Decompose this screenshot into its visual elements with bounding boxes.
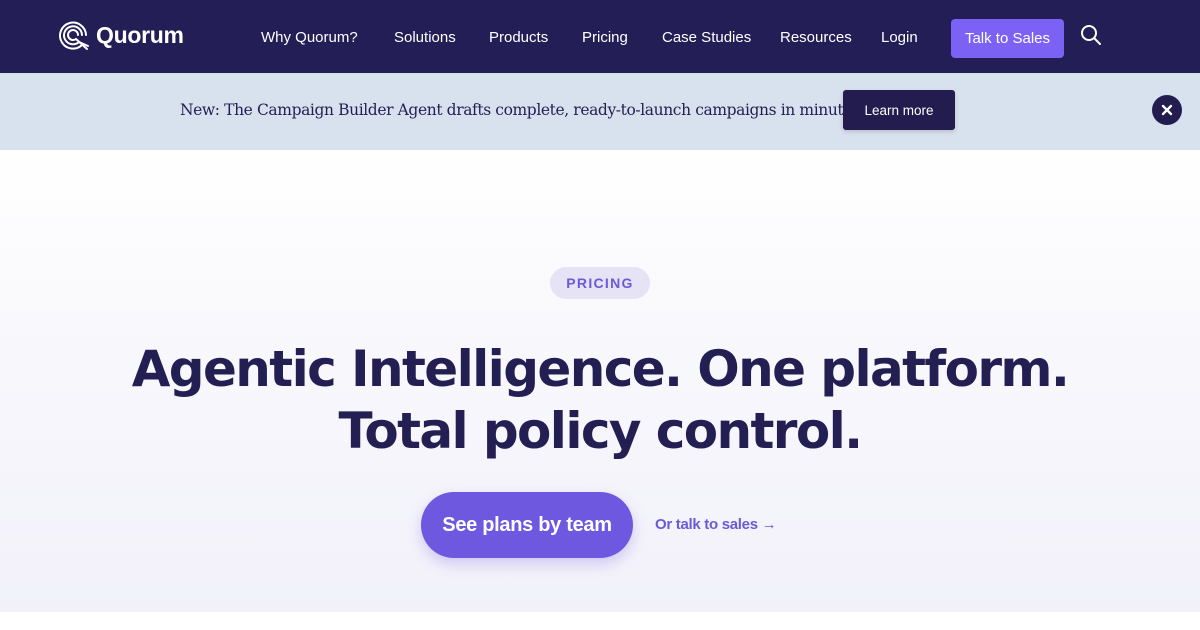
hero-section: PRICING Agentic Intelligence. One platfo… <box>0 150 1200 612</box>
announcement-banner: New: The Campaign Builder Agent drafts c… <box>0 73 1200 150</box>
nav-case-studies[interactable]: Case Studies <box>662 29 751 46</box>
page-bottom-strip <box>0 612 1200 630</box>
pricing-eyebrow-badge: PRICING <box>550 267 650 299</box>
talk-to-sales-link[interactable]: Or talk to sales → <box>655 516 777 533</box>
close-icon <box>1161 104 1173 116</box>
close-banner-button[interactable] <box>1152 95 1182 125</box>
headline-line-1: Agentic Intelligence. One platform. <box>131 340 1070 398</box>
nav-resources[interactable]: Resources <box>780 29 852 46</box>
see-plans-button[interactable]: See plans by team <box>421 492 633 558</box>
talk-to-sales-button[interactable]: Talk to Sales <box>951 19 1064 58</box>
hero-headline: Agentic Intelligence. One platform. Tota… <box>0 338 1200 462</box>
nav-pricing[interactable]: Pricing <box>582 29 628 46</box>
top-navigation: Quorum Why Quorum? Solutions Products Pr… <box>0 0 1200 73</box>
nav-products[interactable]: Products <box>489 29 548 46</box>
nav-solutions[interactable]: Solutions <box>394 29 456 46</box>
search-button[interactable] <box>1079 23 1103 47</box>
nav-why-quorum[interactable]: Why Quorum? <box>261 29 358 46</box>
search-icon <box>1081 25 1101 45</box>
announcement-text: New: The Campaign Builder Agent drafts c… <box>180 101 865 119</box>
learn-more-button[interactable]: Learn more <box>843 90 955 130</box>
nav-login[interactable]: Login <box>881 29 918 46</box>
headline-line-2: Total policy control. <box>338 402 863 460</box>
